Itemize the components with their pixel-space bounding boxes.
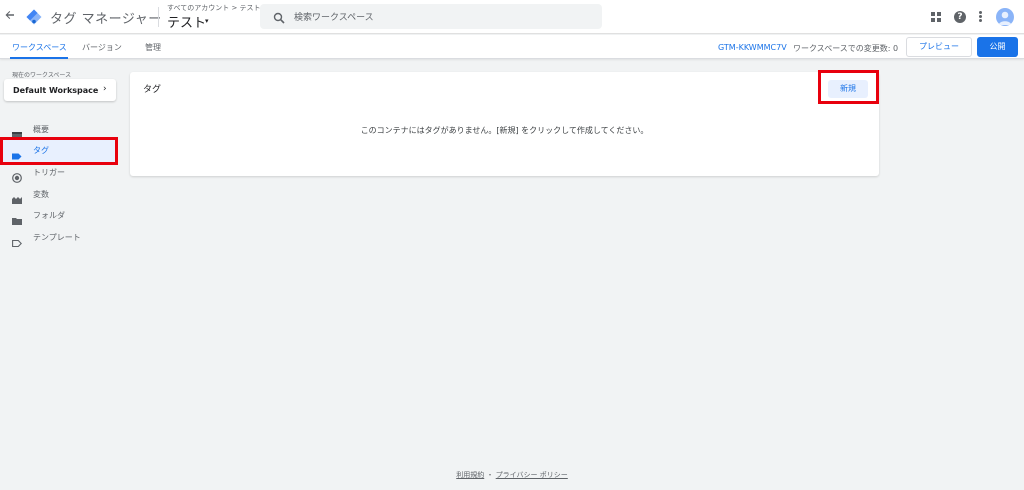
sidebar-item-label: テンプレート bbox=[33, 233, 81, 242]
apps-icon[interactable] bbox=[931, 12, 941, 22]
avatar[interactable] bbox=[996, 8, 1014, 26]
highlight-box-new bbox=[818, 70, 879, 104]
arrow-back-icon[interactable] bbox=[3, 9, 17, 25]
footer-separator: ・ bbox=[486, 471, 494, 479]
preview-button[interactable]: プレビュー bbox=[906, 37, 972, 57]
folder-icon bbox=[12, 211, 22, 225]
tab-workspace[interactable]: ワークスペース bbox=[12, 42, 67, 53]
current-workspace-label: 現在のワークスペース bbox=[12, 72, 72, 79]
privacy-link[interactable]: プライバシー ポリシー bbox=[496, 471, 568, 479]
sidebar-item-triggers[interactable]: トリガー bbox=[0, 162, 118, 184]
more-vert-icon[interactable] bbox=[979, 11, 983, 23]
header-divider bbox=[158, 7, 159, 27]
tab-versions[interactable]: バージョン bbox=[82, 42, 122, 53]
sidebar-item-variables[interactable]: 変数 bbox=[0, 184, 118, 206]
search-input[interactable]: 検索ワークスペース bbox=[294, 10, 374, 23]
sidebar-item-folders[interactable]: フォルダ bbox=[0, 205, 118, 227]
workspace-nav-bar: ワークスペース バージョン 管理 GTM-KKWMMC7V ワークスペースでの変… bbox=[0, 35, 1024, 59]
template-icon bbox=[12, 233, 22, 248]
terms-link[interactable]: 利用規約 bbox=[456, 471, 484, 479]
card-title: タグ bbox=[143, 85, 162, 95]
container-id[interactable]: GTM-KKWMMC7V bbox=[718, 43, 787, 52]
workspace-name: Default Workspace bbox=[13, 86, 99, 95]
trigger-icon bbox=[12, 168, 22, 183]
workspace-changes-count: ワークスペースでの変更数: 0 bbox=[793, 44, 899, 53]
highlight-box-tags bbox=[0, 137, 118, 165]
overview-icon bbox=[12, 125, 22, 139]
variable-icon bbox=[12, 190, 22, 204]
sidebar-item-label: 概要 bbox=[33, 125, 49, 134]
container-selector[interactable]: テスト bbox=[167, 12, 206, 31]
workspace-selector[interactable]: Default Workspace › bbox=[4, 79, 116, 101]
chevron-right-icon: › bbox=[103, 84, 107, 94]
footer: 利用規約 ・ プライバシー ポリシー bbox=[0, 470, 1024, 480]
tag-manager-logo-icon[interactable] bbox=[26, 9, 42, 25]
active-tab-indicator bbox=[10, 57, 68, 59]
tags-card: タグ 新規 このコンテナにはタグがありません。[新規] をクリックして作成してく… bbox=[130, 72, 879, 176]
sidebar-item-label: フォルダ bbox=[33, 211, 65, 220]
app-title: タグ マネージャー bbox=[50, 12, 162, 27]
tab-admin[interactable]: 管理 bbox=[145, 42, 161, 53]
chevron-down-icon[interactable]: ▾ bbox=[205, 17, 209, 25]
sidebar-item-templates[interactable]: テンプレート bbox=[0, 227, 118, 249]
help-icon[interactable]: ? bbox=[954, 11, 966, 23]
empty-state-message: このコンテナにはタグがありません。[新規] をクリックして作成してください。 bbox=[360, 126, 649, 135]
publish-button[interactable]: 公開 bbox=[977, 37, 1018, 57]
search-icon bbox=[273, 9, 287, 24]
top-app-bar: タグ マネージャー すべてのアカウント > テスト テスト ▾ 検索ワークスペー… bbox=[0, 0, 1024, 34]
sidebar-item-label: トリガー bbox=[33, 168, 65, 177]
sidebar-item-label: 変数 bbox=[33, 190, 49, 199]
